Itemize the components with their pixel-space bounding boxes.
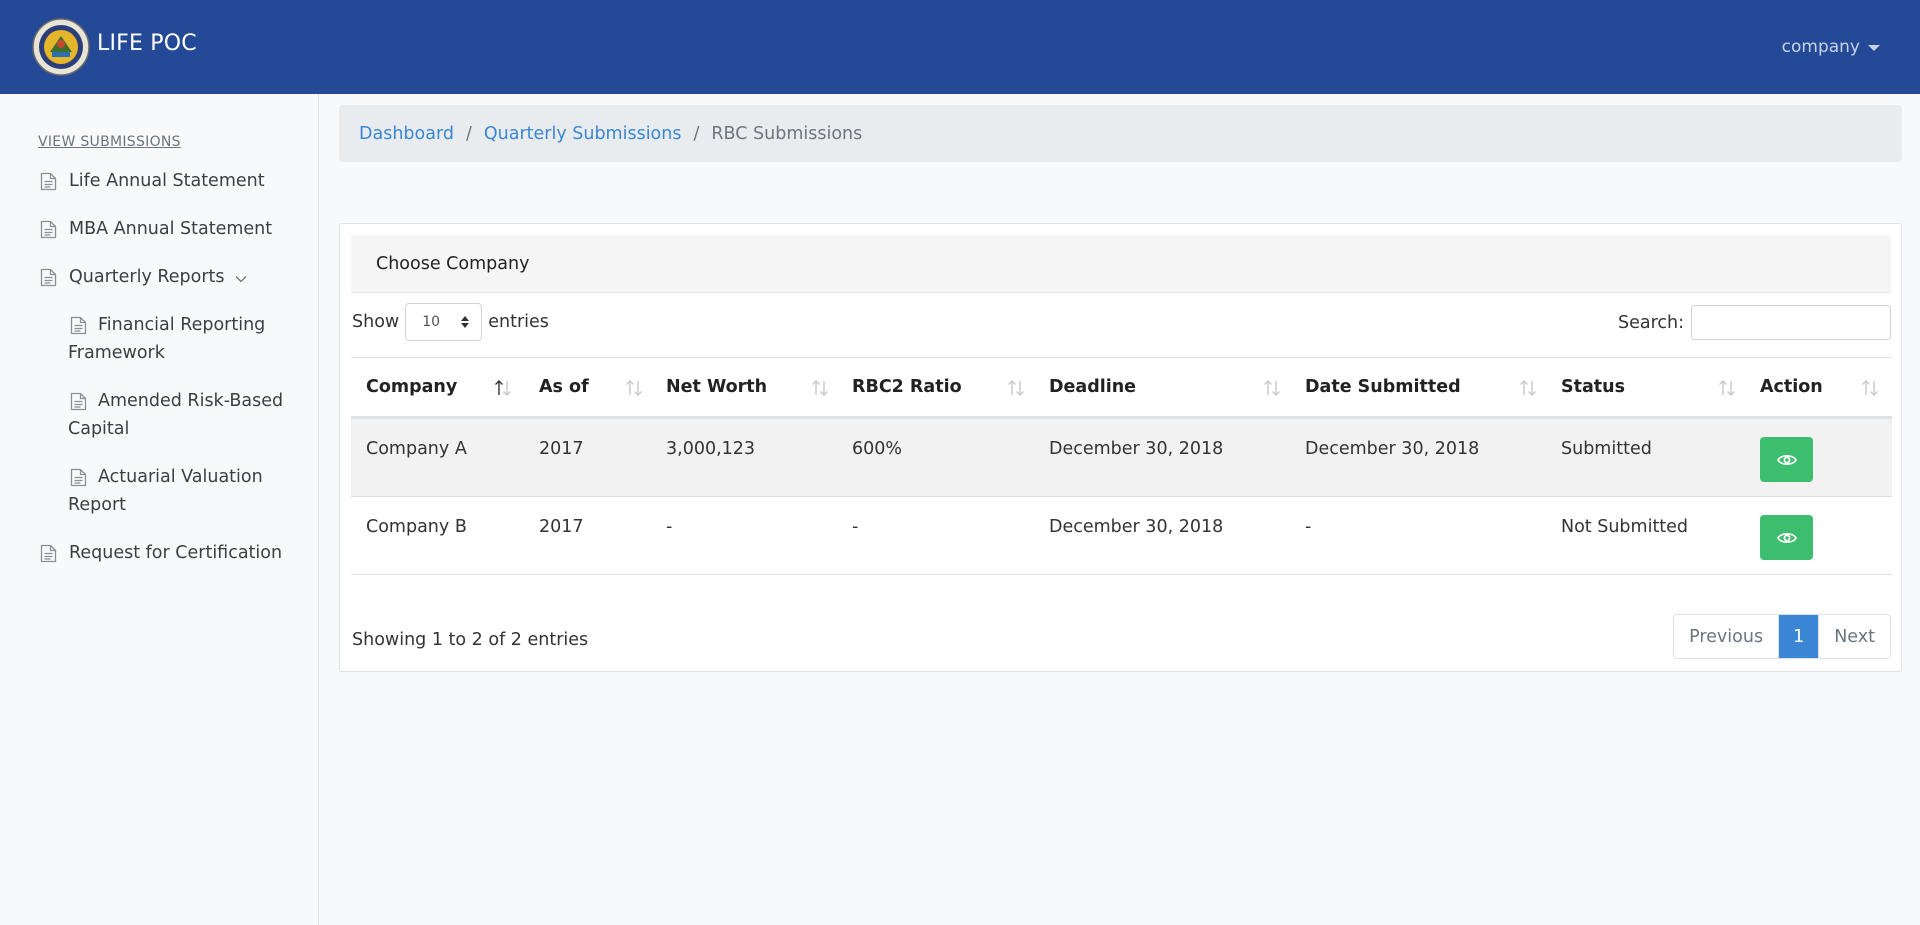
document-icon bbox=[70, 392, 87, 411]
select-arrows-icon bbox=[461, 316, 470, 328]
column-header-net-worth[interactable]: Net Worth bbox=[666, 358, 767, 416]
page-size-value: 10 bbox=[422, 314, 441, 330]
sort-icon[interactable] bbox=[1718, 379, 1736, 397]
insurance-commission-seal-logo[interactable] bbox=[32, 18, 90, 76]
document-icon bbox=[70, 316, 87, 335]
document-icon bbox=[70, 468, 87, 487]
search-label: Search: bbox=[1617, 312, 1684, 333]
view-submission-button[interactable] bbox=[1760, 515, 1813, 560]
sidebar-item-request-for-certification[interactable]: Request for Certification bbox=[40, 539, 282, 567]
pagination-page-1[interactable]: 1 bbox=[1778, 615, 1819, 658]
cell-status: Submitted bbox=[1561, 439, 1652, 459]
breadcrumb-separator: / bbox=[693, 123, 700, 144]
column-header-status[interactable]: Status bbox=[1561, 358, 1625, 416]
user-menu-label: company bbox=[1781, 37, 1860, 57]
app-title[interactable]: LIFE POC bbox=[97, 31, 197, 56]
sort-icon[interactable] bbox=[1263, 379, 1281, 397]
cell-company: Company A bbox=[366, 439, 467, 459]
sidebar-item-label: Request for Certification bbox=[69, 543, 283, 563]
submissions-table: Company As of Net Worth RBC2 Ratio Deadl… bbox=[351, 357, 1892, 575]
sidebar: VIEW SUBMISSIONS Life Annual Statement M… bbox=[0, 94, 319, 925]
show-label: Show bbox=[352, 312, 400, 332]
cell-as-of: 2017 bbox=[539, 439, 584, 459]
card-title: Choose Company bbox=[376, 253, 530, 274]
breadcrumb: Dashboard / Quarterly Submissions / RBC … bbox=[339, 105, 1902, 162]
sidebar-item-financial-reporting-framework[interactable]: Financial Reporting Framework bbox=[68, 311, 298, 367]
table-info: Showing 1 to 2 of 2 entries bbox=[352, 630, 589, 650]
sidebar-heading[interactable]: VIEW SUBMISSIONS bbox=[38, 134, 181, 150]
sort-icon[interactable] bbox=[625, 379, 643, 397]
page-size-select[interactable]: 10 bbox=[405, 303, 483, 341]
sidebar-item-quarterly-reports[interactable]: Quarterly Reports bbox=[40, 263, 247, 291]
cell-rbc2-ratio: - bbox=[852, 517, 859, 537]
chevron-down-icon[interactable] bbox=[235, 275, 247, 283]
breadcrumb-link-quarterly-submissions[interactable]: Quarterly Submissions bbox=[484, 124, 682, 144]
cell-deadline: December 30, 2018 bbox=[1049, 439, 1224, 459]
table-row: Company B 2017 - - December 30, 2018 - N… bbox=[351, 497, 1892, 575]
entries-length-control: Show 10 entries bbox=[352, 303, 549, 341]
cell-as-of: 2017 bbox=[539, 517, 584, 537]
cell-net-worth: - bbox=[666, 517, 673, 537]
table-row: Company A 2017 3,000,123 600% December 3… bbox=[351, 419, 1892, 497]
sidebar-item-label: Amended Risk-Based Capital bbox=[68, 391, 284, 439]
column-header-rbc2-ratio[interactable]: RBC2 Ratio bbox=[852, 358, 962, 416]
column-header-deadline[interactable]: Deadline bbox=[1049, 358, 1136, 416]
sidebar-item-life-annual-statement[interactable]: Life Annual Statement bbox=[40, 167, 265, 195]
sort-icon[interactable] bbox=[811, 379, 829, 397]
cell-company: Company B bbox=[366, 517, 467, 537]
sidebar-item-label: MBA Annual Statement bbox=[69, 219, 273, 239]
breadcrumb-separator: / bbox=[465, 123, 472, 144]
company-submissions-card: Choose Company Show 10 entries Search: C… bbox=[339, 223, 1902, 672]
breadcrumb-link-dashboard[interactable]: Dashboard bbox=[359, 124, 454, 144]
document-icon bbox=[40, 268, 57, 287]
sidebar-item-label: Actuarial Valuation Report bbox=[68, 467, 263, 515]
pagination-previous[interactable]: Previous bbox=[1674, 615, 1779, 658]
column-header-action[interactable]: Action bbox=[1760, 358, 1823, 416]
cell-date-submitted: - bbox=[1305, 517, 1312, 537]
sidebar-item-label: Financial Reporting Framework bbox=[68, 315, 266, 363]
cell-status: Not Submitted bbox=[1561, 517, 1689, 537]
view-submission-button[interactable] bbox=[1760, 437, 1813, 482]
sort-ascending-icon[interactable] bbox=[494, 379, 512, 397]
column-header-as-of[interactable]: As of bbox=[539, 358, 589, 416]
document-icon bbox=[40, 220, 57, 239]
sidebar-item-amended-risk-based-capital[interactable]: Amended Risk-Based Capital bbox=[68, 387, 298, 443]
eye-icon bbox=[1776, 532, 1797, 543]
cell-rbc2-ratio: 600% bbox=[852, 439, 903, 459]
cell-net-worth: 3,000,123 bbox=[666, 439, 756, 459]
breadcrumb-current: RBC Submissions bbox=[711, 123, 863, 144]
cell-date-submitted: December 30, 2018 bbox=[1305, 439, 1480, 459]
eye-icon bbox=[1776, 454, 1797, 465]
sort-icon[interactable] bbox=[1519, 379, 1537, 397]
sidebar-item-mba-annual-statement[interactable]: MBA Annual Statement bbox=[40, 215, 272, 243]
table-search: Search: bbox=[1618, 305, 1891, 340]
table-header-row: Company As of Net Worth RBC2 Ratio Deadl… bbox=[351, 358, 1892, 419]
user-menu-dropdown[interactable]: company bbox=[1782, 37, 1880, 57]
column-header-company[interactable]: Company bbox=[366, 358, 457, 416]
pagination-next[interactable]: Next bbox=[1818, 615, 1890, 658]
sort-icon[interactable] bbox=[1007, 379, 1025, 397]
cell-deadline: December 30, 2018 bbox=[1049, 517, 1224, 537]
search-input[interactable] bbox=[1691, 305, 1891, 340]
sort-icon[interactable] bbox=[1861, 379, 1879, 397]
card-header: Choose Company bbox=[351, 235, 1891, 293]
document-icon bbox=[40, 172, 57, 191]
pagination: Previous 1 Next bbox=[1673, 614, 1891, 659]
sidebar-item-label: Life Annual Statement bbox=[69, 171, 265, 191]
sidebar-item-actuarial-valuation-report[interactable]: Actuarial Valuation Report bbox=[68, 463, 298, 519]
column-header-date-submitted[interactable]: Date Submitted bbox=[1305, 358, 1461, 416]
sidebar-item-label: Quarterly Reports bbox=[69, 267, 225, 287]
top-navbar: LIFE POC company bbox=[0, 0, 1920, 94]
caret-down-icon bbox=[1868, 45, 1880, 51]
entries-label: entries bbox=[488, 312, 549, 332]
document-icon bbox=[40, 544, 57, 563]
